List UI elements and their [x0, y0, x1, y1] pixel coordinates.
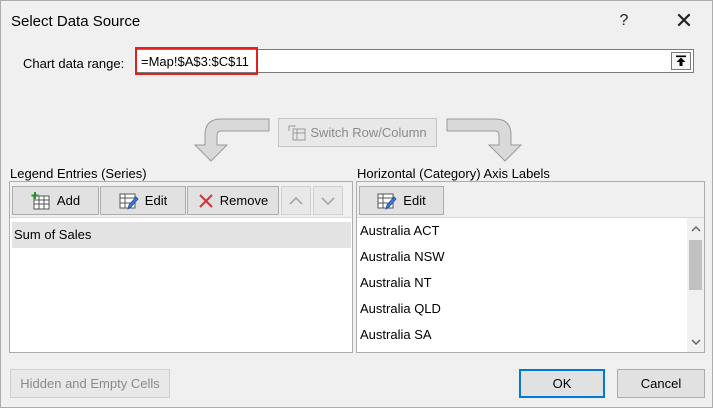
chevron-down-icon: [691, 339, 700, 345]
legend-entries-toolbar: Add Edit Remove: [10, 182, 352, 218]
chart-data-range-field-wrapper: [136, 49, 694, 73]
edit-series-button[interactable]: Edit: [100, 186, 186, 215]
legend-entries-label: Legend Entries (Series): [10, 166, 147, 181]
legend-entries-panel: Add Edit Remove Sum of Sales: [9, 181, 353, 353]
curved-arrow-left-icon: [193, 118, 270, 162]
scroll-thumb[interactable]: [689, 240, 702, 290]
remove-series-label: Remove: [219, 193, 269, 208]
list-item[interactable]: Australia NSW: [357, 244, 684, 270]
series-list-item[interactable]: Sum of Sales: [12, 222, 351, 248]
switch-row-column-label: Switch Row/Column: [310, 125, 427, 140]
edit-series-label: Edit: [144, 193, 168, 208]
chevron-up-icon: [691, 225, 700, 231]
remove-icon: [199, 193, 213, 208]
scroll-down-button[interactable]: [687, 333, 704, 350]
dialog-title: Select Data Source: [11, 13, 141, 30]
add-series-label: Add: [56, 193, 81, 208]
move-down-button[interactable]: [313, 186, 343, 215]
chart-data-range-input[interactable]: [137, 50, 667, 72]
edit-table-icon: [119, 193, 139, 210]
switch-row-column-button[interactable]: Switch Row/Column: [278, 118, 437, 147]
chevron-down-icon: [321, 196, 335, 205]
chevron-up-icon: [289, 196, 303, 205]
axis-labels-toolbar: Edit: [357, 182, 704, 218]
close-button[interactable]: ✕: [669, 7, 699, 35]
close-icon: ✕: [674, 8, 694, 33]
cancel-button[interactable]: Cancel: [617, 369, 705, 398]
edit-table-icon: [377, 193, 397, 210]
axis-labels-label: Horizontal (Category) Axis Labels: [357, 166, 550, 181]
move-up-button[interactable]: [281, 186, 311, 215]
list-item[interactable]: Australia SA: [357, 322, 684, 348]
list-item[interactable]: Australia ACT: [357, 218, 684, 244]
edit-axis-labels-label: Edit: [403, 193, 426, 208]
add-series-button[interactable]: Add: [12, 186, 99, 215]
switch-row-column-icon: [288, 124, 306, 140]
help-button[interactable]: ?: [609, 7, 639, 35]
list-item[interactable]: Australia QLD: [357, 296, 684, 322]
collapse-arrow-icon: [676, 55, 686, 66]
ok-button[interactable]: OK: [519, 369, 605, 398]
edit-axis-labels-button[interactable]: Edit: [359, 186, 444, 215]
select-data-source-dialog: Select Data Source ? ✕ Chart data range:…: [0, 0, 713, 408]
collapse-dialog-button[interactable]: [671, 52, 691, 70]
list-item[interactable]: Australia NT: [357, 270, 684, 296]
remove-series-button[interactable]: Remove: [187, 186, 279, 215]
axis-labels-panel: Edit Australia ACT Australia NSW Austral…: [356, 181, 705, 353]
chart-data-range-label: Chart data range:: [23, 56, 124, 71]
axis-list-scrollbar[interactable]: [687, 218, 704, 352]
add-table-icon: [31, 191, 50, 209]
curved-arrow-right-icon: [446, 118, 523, 162]
axis-labels-list: Australia ACT Australia NSW Australia NT…: [357, 218, 684, 348]
chart-data-range-label-text: Chart data range:: [23, 56, 125, 71]
hidden-and-empty-cells-button[interactable]: Hidden and Empty Cells: [10, 369, 170, 398]
scroll-up-button[interactable]: [687, 220, 704, 237]
